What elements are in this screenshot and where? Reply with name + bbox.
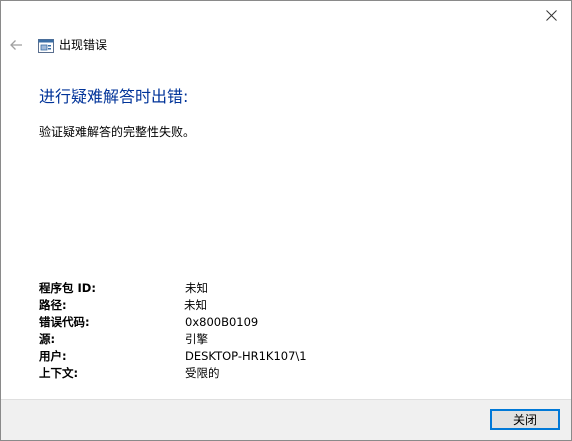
detail-value: DESKTOP-HR1K107\1 — [185, 349, 307, 363]
detail-label: 上下文: — [39, 366, 79, 380]
detail-value: 受限的 — [185, 366, 220, 380]
window-title: 出现错误 — [59, 38, 108, 52]
detail-label: 路径: — [39, 298, 67, 312]
detail-row-error-code: 错误代码: 0x800B0109 — [39, 314, 359, 331]
detail-row-context: 上下文: 受限的 — [39, 365, 359, 382]
error-heading: 进行疑难解答时出错: — [39, 87, 189, 106]
detail-row-user: 用户: DESKTOP-HR1K107\1 — [39, 348, 359, 365]
close-icon — [545, 9, 557, 21]
detail-row-path: 路径: 未知 — [39, 297, 359, 314]
detail-value: 未知 — [184, 298, 207, 312]
detail-label: 错误代码: — [39, 315, 90, 329]
error-details: 程序包 ID: 未知 路径: 未知 错误代码: 0x800B0109 源: 引擎… — [39, 280, 359, 382]
window-close-button[interactable] — [537, 3, 565, 27]
detail-label: 程序包 ID: — [39, 281, 96, 295]
back-button[interactable] — [8, 37, 24, 53]
detail-label: 源: — [39, 332, 56, 346]
detail-value: 未知 — [185, 281, 208, 295]
detail-label: 用户: — [39, 349, 67, 363]
detail-row-source: 源: 引擎 — [39, 331, 359, 348]
detail-value: 0x800B0109 — [185, 315, 259, 329]
back-arrow-icon — [10, 40, 22, 50]
close-button[interactable]: 关闭 — [490, 409, 560, 430]
troubleshooter-error-dialog: 出现错误 进行疑难解答时出错: 验证疑难解答的完整性失败。 程序包 ID: 未知… — [0, 0, 572, 441]
dialog-footer: 关闭 — [1, 399, 571, 440]
error-message: 验证疑难解答的完整性失败。 — [39, 125, 196, 139]
detail-value: 引擎 — [185, 332, 208, 346]
detail-row-package-id: 程序包 ID: 未知 — [39, 280, 359, 297]
troubleshooter-icon — [38, 38, 54, 53]
